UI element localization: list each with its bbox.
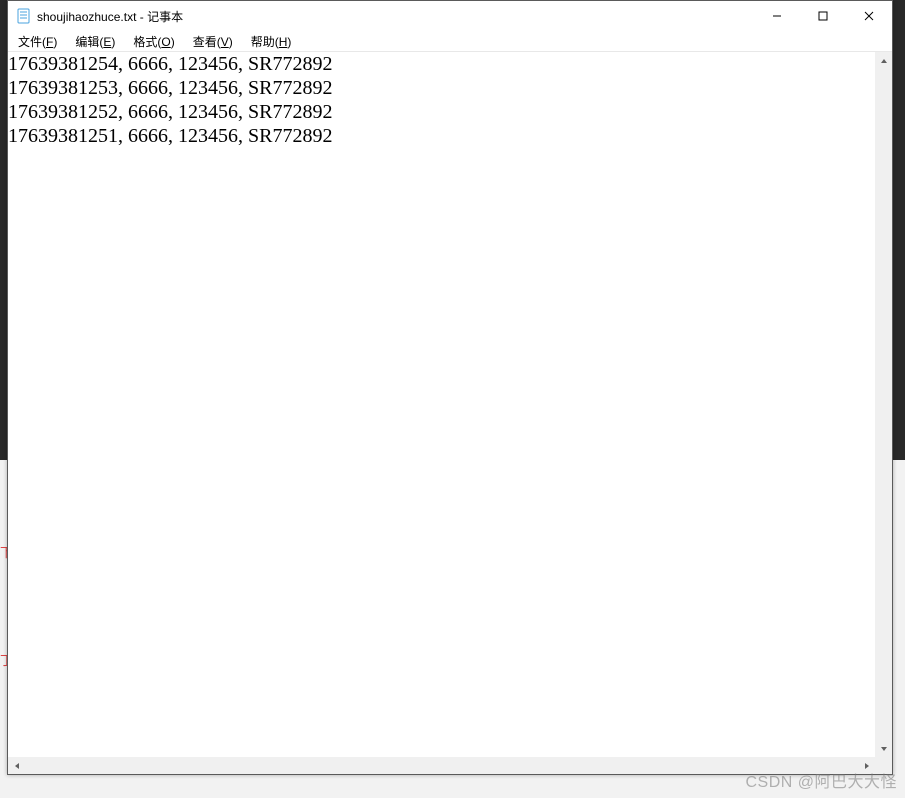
menu-file[interactable]: 文件(F) bbox=[12, 32, 63, 51]
menubar: 文件(F) 编辑(E) 格式(O) 查看(V) 帮助(H) bbox=[8, 31, 892, 51]
horizontal-scrollbar[interactable] bbox=[8, 757, 875, 774]
scroll-down-button[interactable] bbox=[876, 740, 892, 757]
minimize-button[interactable] bbox=[754, 1, 800, 31]
menu-edit[interactable]: 编辑(E) bbox=[69, 32, 121, 51]
text-editor[interactable]: 17639381254, 6666, 123456, SR772892 1763… bbox=[8, 52, 875, 757]
menu-format[interactable]: 格式(O) bbox=[127, 32, 180, 51]
scrollbar-corner bbox=[875, 757, 892, 774]
notepad-window: shoujihaozhuce.txt - 记事本 文件(F) 编辑(E) 格式(… bbox=[7, 0, 893, 775]
window-controls bbox=[754, 1, 892, 31]
bottom-row bbox=[8, 757, 892, 774]
scroll-left-button[interactable] bbox=[8, 758, 25, 774]
titlebar[interactable]: shoujihaozhuce.txt - 记事本 bbox=[8, 1, 892, 31]
close-button[interactable] bbox=[846, 1, 892, 31]
scroll-right-button[interactable] bbox=[858, 758, 875, 774]
scroll-up-button[interactable] bbox=[876, 52, 892, 69]
menu-help[interactable]: 帮助(H) bbox=[245, 32, 298, 51]
notepad-icon bbox=[16, 8, 32, 24]
menu-view[interactable]: 查看(V) bbox=[187, 32, 239, 51]
scroll-track-vertical[interactable] bbox=[876, 69, 892, 740]
vertical-scrollbar[interactable] bbox=[875, 52, 892, 757]
content-area: 17639381254, 6666, 123456, SR772892 1763… bbox=[8, 51, 892, 757]
scroll-track-horizontal[interactable] bbox=[25, 758, 858, 774]
maximize-button[interactable] bbox=[800, 1, 846, 31]
window-title: shoujihaozhuce.txt - 记事本 bbox=[37, 8, 183, 25]
